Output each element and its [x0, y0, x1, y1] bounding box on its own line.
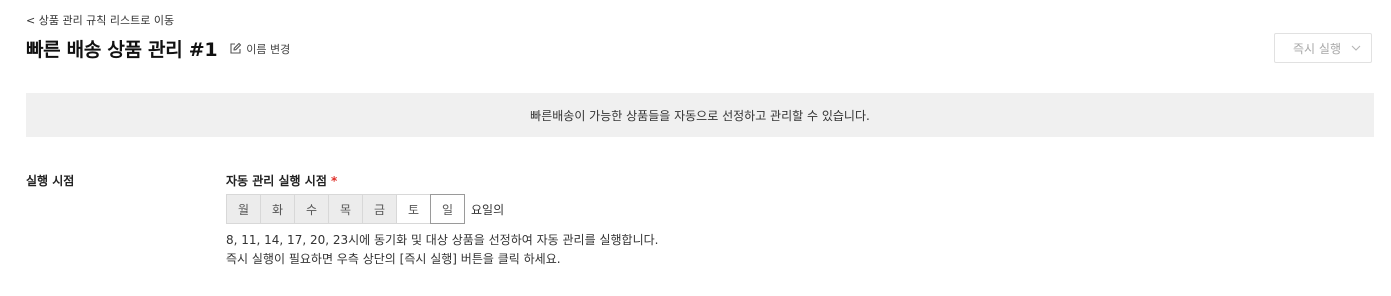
required-mark: *: [331, 174, 338, 188]
weekday-selector: 월 화 수 목 금 토 일 요일의: [226, 194, 504, 224]
day-toggle-sun[interactable]: 일: [430, 194, 465, 224]
day-toggle-sat[interactable]: 토: [396, 194, 431, 224]
chevron-down-icon: [1351, 45, 1361, 51]
auto-run-time-label: 자동 관리 실행 시점 *: [226, 172, 337, 189]
info-banner-text: 빠른배송이 가능한 상품들을 자동으로 선정하고 관리할 수 있습니다.: [530, 108, 870, 123]
page-title: 빠른 배송 상품 관리 #1: [26, 39, 218, 61]
schedule-description-line-1: 8, 11, 14, 17, 20, 23시에 동기화 및 대상 상품을 선정하…: [226, 233, 659, 247]
schedule-description: 8, 11, 14, 17, 20, 23시에 동기화 및 대상 상품을 선정하…: [226, 231, 658, 269]
section-label-run-time: 실행 시점: [26, 174, 75, 188]
schedule-description-line-2: 즉시 실행이 필요하면 우측 상단의 [즉시 실행] 버튼을 클릭 하세요.: [226, 252, 561, 266]
title-row: 빠른 배송 상품 관리 #1 이름 변경: [26, 35, 290, 62]
edit-icon: [230, 42, 242, 54]
day-toggle-tue[interactable]: 화: [260, 194, 295, 224]
day-toggle-mon[interactable]: 월: [226, 194, 261, 224]
day-toggle-thu[interactable]: 목: [328, 194, 363, 224]
auto-run-time-label-text: 자동 관리 실행 시점: [226, 174, 327, 188]
day-toggle-wed[interactable]: 수: [294, 194, 329, 224]
run-now-dropdown[interactable]: 즉시 실행: [1274, 33, 1372, 63]
day-toggle-fri[interactable]: 금: [362, 194, 397, 224]
info-banner: 빠른배송이 가능한 상품들을 자동으로 선정하고 관리할 수 있습니다.: [26, 93, 1374, 137]
back-to-rule-list-link[interactable]: < 상품 관리 규칙 리스트로 이동: [26, 12, 174, 28]
days-suffix: 요일의: [471, 202, 505, 217]
rename-label: 이름 변경: [246, 42, 291, 56]
run-now-dropdown-label: 즉시 실행: [1293, 41, 1341, 56]
rename-button[interactable]: 이름 변경: [229, 41, 290, 57]
